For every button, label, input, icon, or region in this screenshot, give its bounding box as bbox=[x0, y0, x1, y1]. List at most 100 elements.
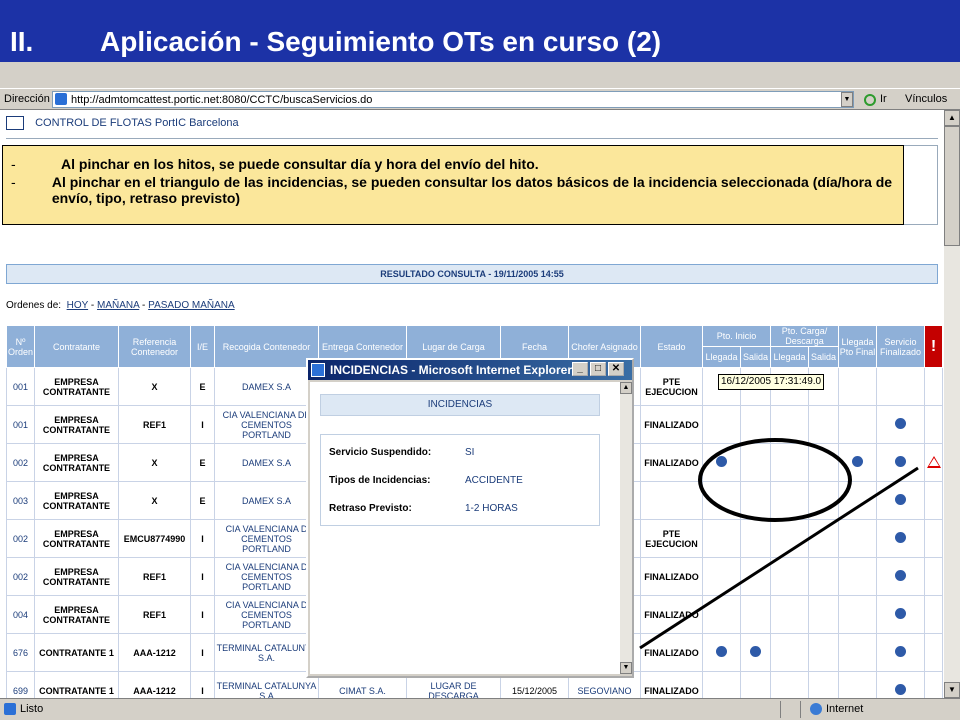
milestone-cell[interactable] bbox=[924, 443, 943, 482]
milestone-cell[interactable] bbox=[740, 671, 771, 698]
popup-scroll-up[interactable]: ▲ bbox=[620, 382, 632, 394]
milestone-cell[interactable] bbox=[770, 481, 809, 520]
recogida-cell[interactable]: TERMINAL CATALUNYA S.A. bbox=[214, 633, 319, 672]
milestone-cell[interactable] bbox=[876, 481, 925, 520]
milestone-dot-icon[interactable] bbox=[895, 418, 906, 429]
scroll-down-button[interactable]: ▼ bbox=[944, 682, 960, 698]
milestone-cell[interactable] bbox=[770, 595, 809, 634]
milestone-cell[interactable] bbox=[924, 557, 943, 596]
milestone-dot-icon[interactable] bbox=[895, 684, 906, 695]
order-number[interactable]: 003 bbox=[6, 481, 35, 520]
milestone-cell[interactable] bbox=[924, 367, 943, 406]
milestone-cell[interactable] bbox=[702, 481, 741, 520]
go-arrow-icon[interactable] bbox=[864, 94, 876, 106]
page-scrollbar[interactable]: ▲ ▼ bbox=[944, 110, 960, 698]
milestone-cell[interactable] bbox=[838, 671, 877, 698]
scroll-thumb[interactable] bbox=[944, 126, 960, 246]
milestone-cell[interactable] bbox=[740, 481, 771, 520]
milestone-dot-icon[interactable] bbox=[895, 570, 906, 581]
popup-scroll-down[interactable]: ▼ bbox=[620, 662, 632, 674]
milestone-cell[interactable] bbox=[808, 481, 839, 520]
milestone-cell[interactable] bbox=[702, 443, 741, 482]
milestone-cell[interactable] bbox=[838, 633, 877, 672]
milestone-cell[interactable] bbox=[924, 481, 943, 520]
milestone-cell[interactable] bbox=[702, 519, 741, 558]
milestone-cell[interactable] bbox=[838, 557, 877, 596]
milestone-cell[interactable] bbox=[838, 367, 877, 406]
milestone-cell[interactable] bbox=[924, 405, 943, 444]
milestone-cell[interactable] bbox=[876, 595, 925, 634]
recogida-cell[interactable]: CIA VALENCIANA D CEMENTOS PORTLAND bbox=[214, 519, 319, 558]
recogida-cell[interactable]: DAMEX S.A bbox=[214, 443, 319, 482]
order-number[interactable]: 004 bbox=[6, 595, 35, 634]
recogida-cell[interactable]: TERMINAL CATALUNYA S.A bbox=[214, 671, 319, 698]
milestone-cell[interactable] bbox=[770, 557, 809, 596]
milestone-cell[interactable] bbox=[876, 519, 925, 558]
milestone-cell[interactable] bbox=[838, 405, 877, 444]
milestone-cell[interactable] bbox=[770, 519, 809, 558]
link-hoy[interactable]: HOY bbox=[67, 300, 89, 311]
milestone-cell[interactable] bbox=[876, 671, 925, 698]
milestone-cell[interactable] bbox=[740, 519, 771, 558]
milestone-dot-icon[interactable] bbox=[750, 646, 761, 657]
close-button[interactable]: ✕ bbox=[608, 362, 624, 376]
milestone-cell[interactable] bbox=[770, 633, 809, 672]
order-number[interactable]: 699 bbox=[6, 671, 35, 698]
order-number[interactable]: 001 bbox=[6, 405, 35, 444]
milestone-cell[interactable] bbox=[876, 443, 925, 482]
milestone-cell[interactable] bbox=[740, 595, 771, 634]
milestone-cell[interactable] bbox=[770, 405, 809, 444]
order-number[interactable]: 002 bbox=[6, 519, 35, 558]
maximize-button[interactable]: □ bbox=[590, 362, 606, 376]
popup-scrollbar[interactable]: ▲ ▼ bbox=[620, 382, 632, 674]
milestone-cell[interactable] bbox=[770, 443, 809, 482]
order-number[interactable]: 001 bbox=[6, 367, 35, 406]
address-dropdown-button[interactable]: ▼ bbox=[841, 92, 853, 107]
milestone-cell[interactable] bbox=[740, 557, 771, 596]
milestone-dot-icon[interactable] bbox=[716, 646, 727, 657]
incident-warning-icon[interactable] bbox=[926, 455, 941, 468]
milestone-dot-icon[interactable] bbox=[852, 456, 863, 467]
milestone-cell[interactable] bbox=[770, 671, 809, 698]
milestone-cell[interactable] bbox=[740, 443, 771, 482]
milestone-cell[interactable] bbox=[876, 367, 925, 406]
milestone-dot-icon[interactable] bbox=[895, 532, 906, 543]
milestone-cell[interactable] bbox=[924, 671, 943, 698]
milestone-cell[interactable] bbox=[808, 671, 839, 698]
milestone-cell[interactable] bbox=[924, 595, 943, 634]
recogida-cell[interactable]: DAMEX S.A bbox=[214, 481, 319, 520]
recogida-cell[interactable]: CIA VALENCIANA D CEMENTOS PORTLAND bbox=[214, 595, 319, 634]
milestone-cell[interactable] bbox=[838, 595, 877, 634]
milestone-dot-icon[interactable] bbox=[895, 494, 906, 505]
recogida-cell[interactable]: CIA VALENCIANA D CEMENTOS PORTLAND bbox=[214, 557, 319, 596]
milestone-cell[interactable] bbox=[838, 481, 877, 520]
milestone-cell[interactable] bbox=[740, 405, 771, 444]
milestone-cell[interactable] bbox=[702, 671, 741, 698]
milestone-dot-icon[interactable] bbox=[895, 608, 906, 619]
milestone-cell[interactable] bbox=[924, 633, 943, 672]
order-number[interactable]: 002 bbox=[6, 443, 35, 482]
order-number[interactable]: 676 bbox=[6, 633, 35, 672]
milestone-cell[interactable] bbox=[876, 557, 925, 596]
milestone-cell[interactable] bbox=[808, 557, 839, 596]
links-button[interactable]: Vínculos bbox=[905, 93, 947, 105]
popup-titlebar[interactable]: INCIDENCIAS - Microsoft Internet Explore… bbox=[308, 360, 632, 380]
minimize-button[interactable]: _ bbox=[572, 362, 588, 376]
milestone-cell[interactable] bbox=[808, 633, 839, 672]
recogida-cell[interactable]: DAMEX S.A bbox=[214, 367, 319, 406]
link-pasado-manana[interactable]: PASADO MAÑANA bbox=[148, 300, 235, 311]
milestone-cell[interactable] bbox=[702, 633, 741, 672]
milestone-dot-icon[interactable] bbox=[895, 646, 906, 657]
milestone-dot-icon[interactable] bbox=[895, 456, 906, 467]
milestone-cell[interactable] bbox=[702, 595, 741, 634]
milestone-cell[interactable] bbox=[702, 557, 741, 596]
milestone-dot-icon[interactable] bbox=[716, 456, 727, 467]
go-button[interactable]: Ir bbox=[880, 93, 887, 105]
milestone-cell[interactable] bbox=[808, 405, 839, 444]
order-number[interactable]: 002 bbox=[6, 557, 35, 596]
milestone-cell[interactable] bbox=[876, 633, 925, 672]
milestone-cell[interactable] bbox=[740, 633, 771, 672]
scroll-up-button[interactable]: ▲ bbox=[944, 110, 960, 126]
milestone-cell[interactable] bbox=[702, 405, 741, 444]
milestone-cell[interactable] bbox=[808, 519, 839, 558]
